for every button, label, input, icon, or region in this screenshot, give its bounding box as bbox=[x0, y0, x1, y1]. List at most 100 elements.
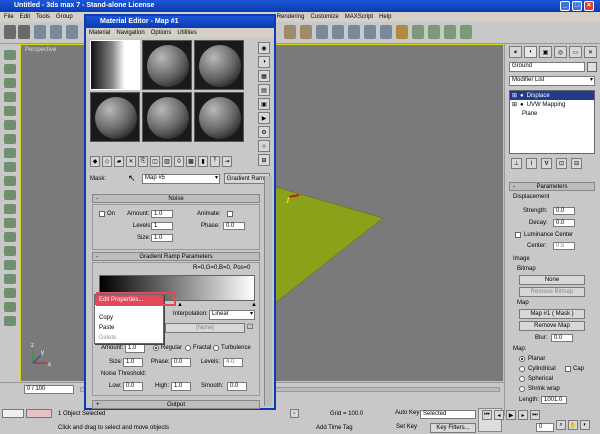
pyramid-icon[interactable] bbox=[4, 162, 16, 172]
nurbs-icon[interactable] bbox=[4, 274, 16, 284]
show-end-result-icon[interactable]: ▮ bbox=[198, 156, 208, 167]
put-material-icon[interactable]: ◇ bbox=[102, 156, 112, 167]
luminance-center-row[interactable]: Luminance Center bbox=[515, 232, 573, 238]
selected-dropdown[interactable]: Selected bbox=[420, 410, 476, 419]
me-menu-options[interactable]: Options bbox=[151, 30, 172, 36]
menu-tools[interactable]: Tools bbox=[36, 14, 50, 20]
ramp-size-spinner[interactable]: 1.0 bbox=[123, 358, 143, 367]
sample-slot-6[interactable] bbox=[194, 92, 244, 142]
create-tab-icon[interactable]: ✶ bbox=[509, 46, 522, 58]
assign-material-icon[interactable]: ▰ bbox=[114, 156, 124, 167]
display-tab-icon[interactable]: ▭ bbox=[569, 46, 582, 58]
make-preview-icon[interactable]: ▶ bbox=[258, 112, 270, 124]
box-icon[interactable] bbox=[4, 50, 16, 60]
noise-on-checkbox[interactable] bbox=[99, 211, 105, 217]
blur-spinner[interactable]: 0.0 bbox=[551, 334, 573, 342]
stack-item-displace[interactable]: ⊞ ● Displace bbox=[510, 91, 594, 100]
cylinder-icon[interactable] bbox=[4, 78, 16, 88]
render-last-icon[interactable] bbox=[444, 25, 456, 39]
show-end-result-icon[interactable]: I bbox=[526, 158, 537, 169]
mirror-icon[interactable] bbox=[316, 25, 328, 39]
ramp-levels-spinner[interactable]: 4.0 bbox=[223, 358, 243, 367]
interpolation-dropdown[interactable]: Linear ▾ bbox=[209, 310, 255, 320]
bitmap-button[interactable]: None bbox=[519, 275, 585, 285]
next-frame-icon[interactable]: ▸ bbox=[518, 410, 528, 420]
make-unique-icon[interactable]: ◫ bbox=[150, 156, 160, 167]
length-spinner[interactable]: 1001.0 bbox=[541, 396, 567, 404]
configure-modifier-sets-icon[interactable]: ⊟ bbox=[571, 158, 582, 169]
uv-tiling-icon[interactable]: ▤ bbox=[258, 84, 270, 96]
align-icon[interactable] bbox=[332, 25, 344, 39]
me-menu-utilities[interactable]: Utilities bbox=[177, 30, 196, 36]
map-button[interactable]: Map #1 ( Mask ) bbox=[519, 309, 585, 319]
plane-icon[interactable] bbox=[4, 176, 16, 186]
go-to-parent-icon[interactable]: ⤒ bbox=[210, 156, 220, 167]
go-to-start-icon[interactable]: ⏮ bbox=[482, 410, 492, 420]
expand-icon[interactable]: ⊞ bbox=[512, 92, 517, 99]
options-icon[interactable]: ⚙ bbox=[258, 126, 270, 138]
bind-space-warp-icon[interactable] bbox=[66, 25, 78, 39]
background-icon[interactable]: ▦ bbox=[258, 70, 270, 82]
sample-slot-4[interactable] bbox=[90, 92, 140, 142]
material-map-navigator-icon[interactable]: ⊞ bbox=[258, 154, 270, 166]
center-spinner[interactable]: 0.5 bbox=[553, 242, 575, 250]
noise-size-spinner[interactable]: 1.0 bbox=[151, 234, 173, 242]
ramp-amount-spinner[interactable]: 1.0 bbox=[125, 344, 145, 353]
map-toggle-checkbox[interactable]: ☐ bbox=[247, 323, 253, 331]
remove-bitmap-button[interactable]: Remove Bitmap bbox=[519, 287, 585, 297]
low-spinner[interactable]: 0.0 bbox=[123, 382, 143, 391]
tube-icon[interactable] bbox=[4, 148, 16, 158]
high-spinner[interactable]: 1.0 bbox=[171, 382, 191, 391]
noise-on-row[interactable]: On bbox=[99, 211, 115, 217]
pin-stack-icon[interactable]: ⊥ bbox=[511, 158, 522, 169]
menu-edit[interactable]: Edit bbox=[20, 14, 30, 20]
cylindrical-option[interactable]: Cylindrical bbox=[519, 366, 556, 372]
gradient-flag-mid[interactable]: ▲ bbox=[177, 302, 183, 308]
modify-tab-icon[interactable]: ◗ bbox=[524, 46, 537, 58]
unlink-icon[interactable] bbox=[50, 25, 62, 39]
gradient-flag-end[interactable]: ▲ bbox=[251, 302, 257, 308]
noise-rollout-header[interactable]: - Noise bbox=[92, 194, 260, 203]
bulb-icon[interactable]: ● bbox=[520, 102, 524, 108]
close-button[interactable]: × bbox=[584, 1, 594, 11]
luminance-center-checkbox[interactable] bbox=[515, 232, 521, 238]
shrink-wrap-option[interactable]: Shrink wrap bbox=[519, 386, 560, 392]
material-editor-scrollbar[interactable] bbox=[264, 176, 272, 406]
noise-amount-spinner[interactable]: 1.0 bbox=[151, 210, 173, 218]
pan-icon[interactable]: ✋ bbox=[568, 420, 578, 430]
camera-icon[interactable] bbox=[4, 204, 16, 214]
material-effects-channel-icon[interactable]: 0 bbox=[174, 156, 184, 167]
set-key-label[interactable]: Set Key bbox=[396, 424, 417, 430]
decay-spinner[interactable]: 0.0 bbox=[553, 219, 575, 227]
material-editor-icon[interactable] bbox=[396, 25, 408, 39]
reset-map-icon[interactable]: ✕ bbox=[126, 156, 136, 167]
maximize-button[interactable]: □ bbox=[572, 1, 582, 11]
stack-item-uvw-mapping[interactable]: ⊞ ● UVW Mapping bbox=[510, 100, 594, 109]
edit-properties-menu-item[interactable]: Edit Properties... bbox=[95, 295, 163, 305]
utilities-tab-icon[interactable]: ✕ bbox=[584, 46, 597, 58]
schematic-view-icon[interactable] bbox=[380, 25, 392, 39]
play-icon[interactable]: ▶ bbox=[506, 410, 516, 420]
noise-animate-checkbox[interactable] bbox=[227, 211, 233, 217]
add-time-tag[interactable]: Add Time Tag bbox=[316, 425, 353, 431]
maxscript-mini-listener[interactable] bbox=[26, 409, 52, 418]
cap-option[interactable]: Cap bbox=[565, 366, 584, 372]
stack-item-plane[interactable]: Plane bbox=[510, 109, 594, 118]
gradient-ramp-rollout-header[interactable]: - Gradient Ramp Parameters bbox=[92, 252, 260, 261]
modifier-list-dropdown[interactable]: Modifier List ▾ bbox=[509, 76, 595, 86]
select-by-material-icon[interactable]: ⊹ bbox=[258, 140, 270, 152]
noise-levels-spinner[interactable]: 1 bbox=[151, 222, 173, 230]
menu-rendering[interactable]: Rendering bbox=[277, 14, 305, 20]
spherical-option[interactable]: Spherical bbox=[519, 376, 553, 382]
hierarchy-tab-icon[interactable]: ▣ bbox=[539, 46, 552, 58]
teapot-icon[interactable] bbox=[4, 106, 16, 116]
motion-tab-icon[interactable]: ◎ bbox=[554, 46, 567, 58]
geosphere-icon[interactable] bbox=[4, 134, 16, 144]
minimize-button[interactable]: _ bbox=[560, 1, 570, 11]
me-menu-material[interactable]: Material bbox=[89, 30, 110, 36]
current-frame-field[interactable]: 0 bbox=[536, 423, 554, 432]
render-scene-icon[interactable] bbox=[412, 25, 424, 39]
zoom-icon[interactable]: ⌕ bbox=[556, 420, 566, 430]
eyedropper-icon[interactable]: ↖ bbox=[128, 173, 136, 184]
cap-checkbox[interactable] bbox=[565, 366, 571, 372]
